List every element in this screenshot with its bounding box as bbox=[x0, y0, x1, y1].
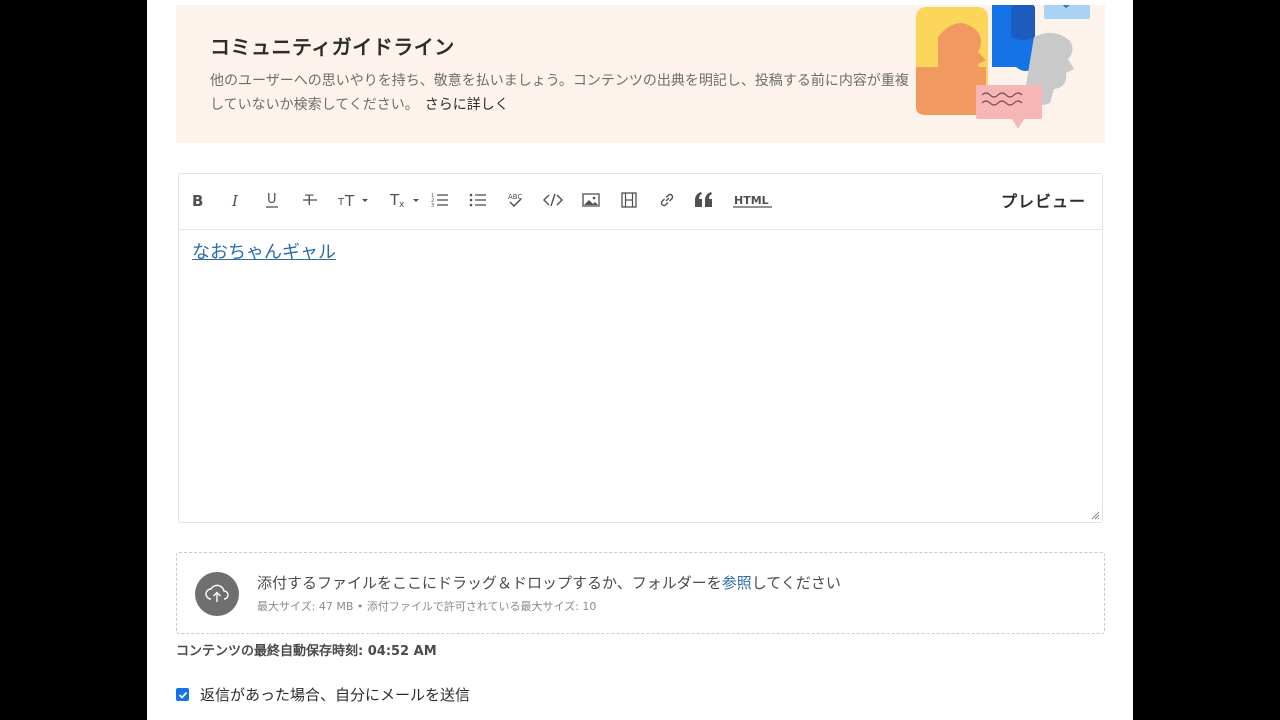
ordered-list-icon[interactable]: 123 bbox=[429, 186, 451, 214]
svg-text:T: T bbox=[304, 193, 314, 209]
unordered-list-icon[interactable] bbox=[467, 186, 489, 214]
image-icon[interactable] bbox=[580, 186, 602, 214]
svg-text:T: T bbox=[338, 197, 345, 208]
link-icon[interactable] bbox=[656, 186, 678, 214]
cloud-upload-icon bbox=[205, 584, 229, 602]
upload-button[interactable] bbox=[195, 572, 239, 616]
drop-text-after: してください bbox=[751, 574, 841, 592]
guidelines-text: 他のユーザーへの思いやりを持ち、敬意を払いましょう。コンテンツの出典を明記し、投… bbox=[210, 73, 909, 113]
svg-text:B: B bbox=[192, 192, 203, 208]
svg-text:I: I bbox=[231, 192, 239, 208]
italic-icon[interactable]: I bbox=[223, 186, 247, 214]
reply-form-page: コミュニティガイドライン 他のユーザーへの思いやりを持ち、敬意を払いましょう。コ… bbox=[147, 0, 1133, 720]
drop-text-before: 添付するファイルをここにドラッグ＆ドロップするか、フォルダーを bbox=[257, 574, 722, 592]
rich-text-editor: B I U T TT Tx 123 ABC HTML プレビュー なおちゃんギャ… bbox=[178, 173, 1103, 523]
guidelines-title: コミュニティガイドライン bbox=[210, 35, 455, 59]
learn-more-link[interactable]: さらに詳しく bbox=[425, 97, 509, 113]
code-icon[interactable] bbox=[542, 186, 564, 214]
attachment-limits: 最大サイズ: 47 MB • 添付ファイルで許可されている最大サイズ: 10 bbox=[257, 600, 597, 613]
underline-icon[interactable]: U bbox=[260, 186, 284, 214]
checkmark-icon bbox=[178, 691, 187, 699]
guidelines-description: 他のユーザーへの思いやりを持ち、敬意を払いましょう。コンテンツの出典を明記し、投… bbox=[210, 69, 920, 117]
email-notify-label: 返信があった場合、自分にメールを送信 bbox=[200, 686, 471, 704]
autosave-status: コンテンツの最終自動保存時刻: 04:52 AM bbox=[176, 644, 437, 659]
browse-link[interactable]: 参照 bbox=[722, 574, 752, 592]
svg-text:3: 3 bbox=[431, 203, 434, 209]
svg-text:x: x bbox=[399, 200, 405, 209]
bold-icon[interactable]: B bbox=[185, 186, 209, 214]
svg-text:U: U bbox=[267, 192, 277, 207]
preview-button[interactable]: プレビュー bbox=[1001, 188, 1086, 212]
svg-text:T: T bbox=[344, 192, 355, 209]
quote-icon[interactable] bbox=[692, 186, 716, 214]
file-drop-zone[interactable]: 添付するファイルをここにドラッグ＆ドロップするか、フォルダーを参照してください … bbox=[176, 552, 1105, 634]
editor-toolbar: B I U T TT Tx 123 ABC HTML プレビュー bbox=[179, 174, 1102, 230]
content-link[interactable]: なおちゃんギャル bbox=[192, 242, 336, 263]
editor-content-area[interactable]: なおちゃんギャル bbox=[179, 231, 1102, 522]
strikethrough-icon[interactable]: T bbox=[298, 186, 322, 214]
svg-text:HTML: HTML bbox=[734, 194, 769, 207]
resize-handle-icon[interactable] bbox=[1090, 510, 1100, 520]
video-icon[interactable] bbox=[618, 186, 640, 214]
community-guidelines-banner: コミュニティガイドライン 他のユーザーへの思いやりを持ち、敬意を払いましょう。コ… bbox=[176, 5, 1105, 143]
community-illustration bbox=[916, 5, 1090, 129]
email-notify-checkbox[interactable] bbox=[176, 688, 189, 701]
email-notify-option: 返信があった場合、自分にメールを送信 bbox=[176, 684, 470, 705]
drop-instructions: 添付するファイルをここにドラッグ＆ドロップするか、フォルダーを参照してください bbox=[257, 572, 841, 593]
clear-format-icon[interactable]: Tx bbox=[388, 186, 422, 214]
html-icon[interactable]: HTML bbox=[731, 186, 775, 214]
spellcheck-icon[interactable]: ABC bbox=[504, 186, 526, 214]
font-size-icon[interactable]: TT bbox=[337, 186, 371, 214]
